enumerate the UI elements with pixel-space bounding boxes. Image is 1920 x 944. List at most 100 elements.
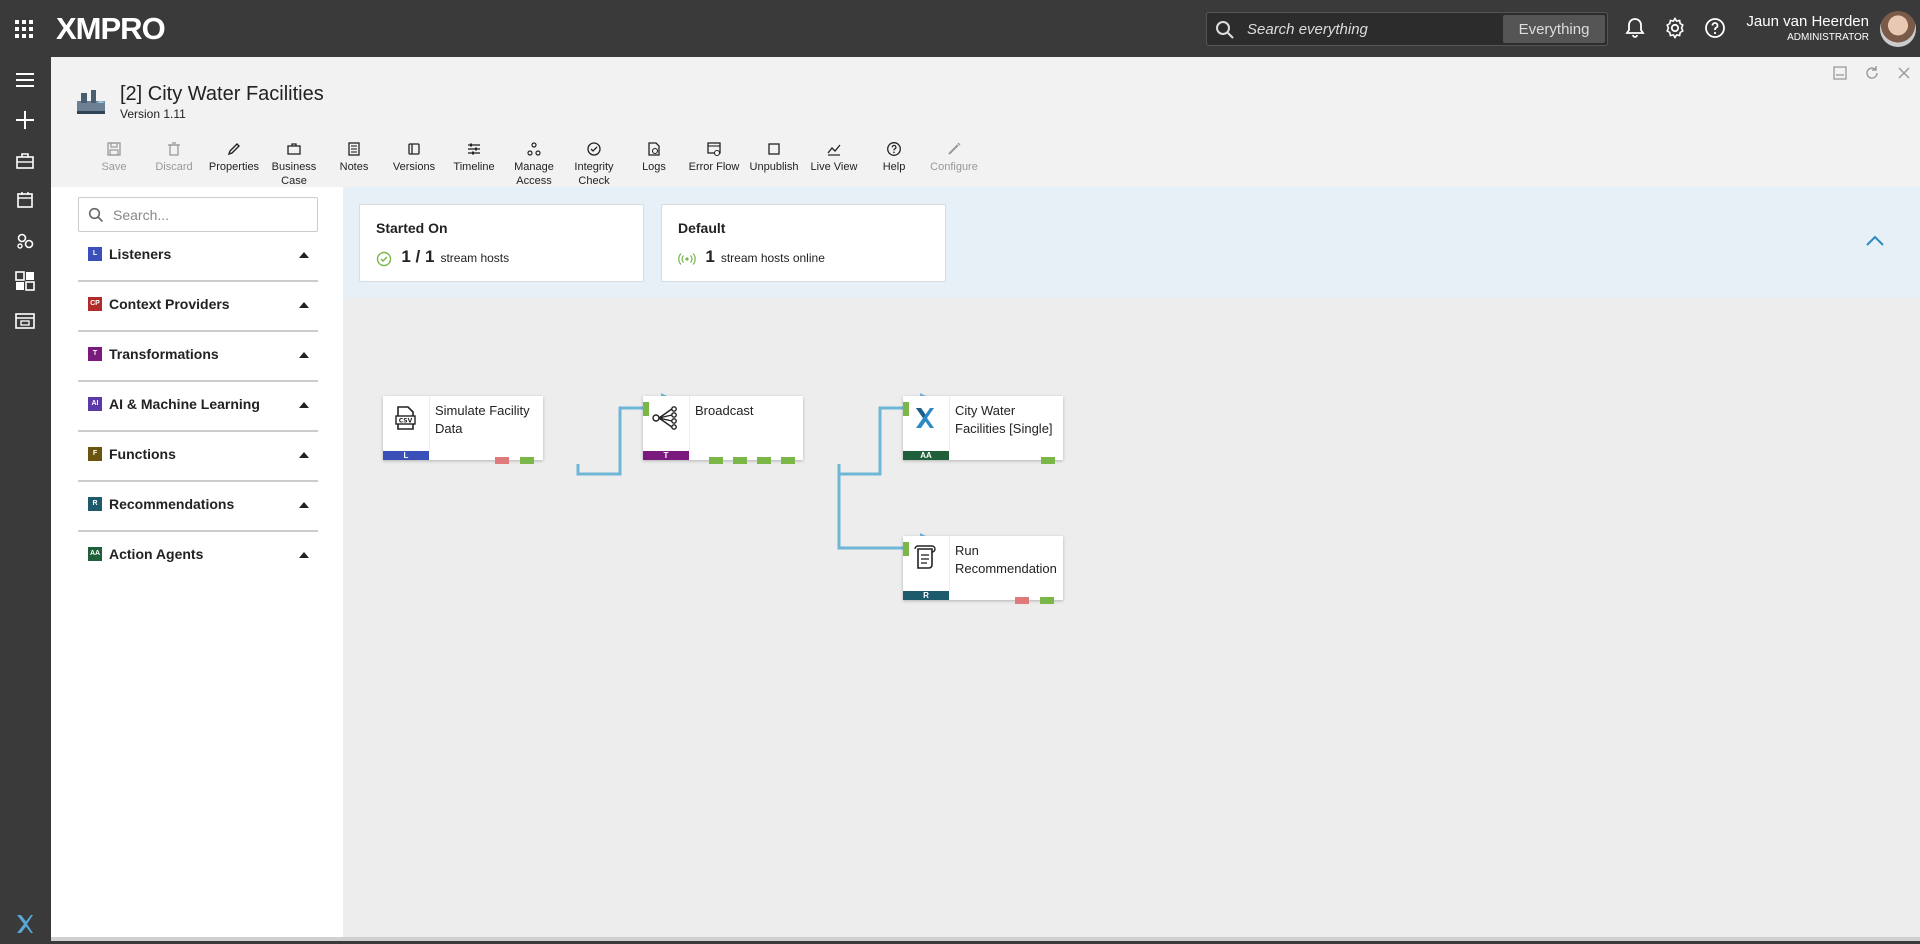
input-port[interactable] <box>903 542 909 556</box>
node-city-water-facilities[interactable]: City Water Facilities [Single] AA <box>903 396 1063 464</box>
functions-label: Functions <box>109 446 176 462</box>
briefcase-icon[interactable] <box>13 149 37 173</box>
apps-icon[interactable] <box>13 269 37 293</box>
configure-button[interactable]: Configure <box>924 137 984 174</box>
business-case-label-1: Business <box>271 161 317 173</box>
output-port-4[interactable] <box>781 457 795 464</box>
apps-grid-icon[interactable] <box>13 18 35 40</box>
node-simulate-facility-data[interactable]: CSV Simulate Facility Data L <box>383 396 543 464</box>
category-functions[interactable]: F Functions <box>78 432 318 482</box>
menu-icon[interactable] <box>13 68 37 92</box>
refresh-icon[interactable] <box>1863 64 1881 82</box>
transformations-badge: T <box>88 347 102 361</box>
caret-up-icon[interactable] <box>299 502 309 508</box>
manage-access-label-1: Manage <box>514 161 554 173</box>
left-nav <box>0 57 51 944</box>
city-label-2: Facilities [Single] <box>955 421 1053 436</box>
close-icon[interactable] <box>1895 64 1913 82</box>
output-port-1[interactable] <box>709 457 723 464</box>
properties-button[interactable]: Properties <box>204 137 264 174</box>
manage-access-button[interactable]: Manage Access <box>504 137 564 188</box>
run-label-2: Recommendation <box>955 561 1057 576</box>
integrity-check-button[interactable]: Integrity Check <box>564 137 624 188</box>
connection-wires <box>576 393 950 563</box>
category-listeners[interactable]: L Listeners <box>78 232 318 282</box>
calendar-icon[interactable] <box>13 188 37 212</box>
recommendations-badge: R <box>88 497 102 511</box>
xmpro-logo[interactable]: XMPRO <box>56 11 166 47</box>
minimize-icon[interactable] <box>1831 64 1849 82</box>
output-port-3[interactable] <box>757 457 771 464</box>
water-facility-icon <box>77 90 105 114</box>
node-label: Simulate Facility Data <box>435 402 530 438</box>
business-case-button[interactable]: Business Case <box>264 137 324 188</box>
output-port[interactable] <box>1040 597 1054 604</box>
logs-icon <box>648 142 660 156</box>
node-divider <box>949 396 950 451</box>
error-flow-button[interactable]: Error Flow <box>684 137 744 174</box>
category-recommendations[interactable]: R Recommendations <box>78 482 318 532</box>
simulate-label-2: Data <box>435 421 463 436</box>
input-port[interactable] <box>903 402 909 416</box>
briefcase-icon <box>287 143 301 155</box>
discard-button[interactable]: Discard <box>144 137 204 174</box>
help-button[interactable]: Help <box>864 137 924 174</box>
trash-icon <box>168 142 180 156</box>
notes-button[interactable]: Notes <box>324 137 384 174</box>
recommendations-label: Recommendations <box>109 496 235 512</box>
search-icon <box>1216 21 1234 39</box>
live-view-button[interactable]: Live View <box>804 137 864 174</box>
node-label: City Water Facilities [Single] <box>955 402 1053 438</box>
logs-button[interactable]: Logs <box>624 137 684 174</box>
toolbox-search-input[interactable] <box>113 206 303 224</box>
search-scope-button[interactable]: Everything <box>1503 15 1605 43</box>
output-port[interactable] <box>520 457 534 464</box>
node-divider <box>429 396 430 451</box>
recommendations-icon[interactable] <box>13 309 37 333</box>
properties-label: Properties <box>208 161 260 173</box>
output-port-2[interactable] <box>733 457 747 464</box>
node-broadcast[interactable]: Broadcast T <box>643 396 803 464</box>
timeline-button[interactable]: Timeline <box>444 137 504 174</box>
output-port[interactable] <box>1041 457 1055 464</box>
input-port[interactable] <box>643 402 649 416</box>
xmpro-x-icon[interactable] <box>13 912 37 936</box>
category-transformations[interactable]: T Transformations <box>78 332 318 382</box>
bell-icon[interactable] <box>1623 16 1647 40</box>
caret-up-icon[interactable] <box>299 302 309 308</box>
global-search-input[interactable] <box>1247 19 1497 39</box>
caret-up-icon[interactable] <box>299 252 309 258</box>
datastream-icon[interactable] <box>13 229 37 253</box>
category-context-providers[interactable]: CP Context Providers <box>78 282 318 332</box>
ai-ml-badge: AI <box>88 397 102 411</box>
error-output-port[interactable] <box>1015 597 1029 604</box>
integrity-check-label-1: Integrity <box>574 161 614 173</box>
node-run-recommendation[interactable]: Run Recommendation R <box>903 536 1063 604</box>
category-ai-ml[interactable]: AI AI & Machine Learning <box>78 382 318 432</box>
versions-button[interactable]: Versions <box>384 137 444 174</box>
gear-icon[interactable] <box>1663 16 1687 40</box>
node-divider <box>949 536 950 591</box>
save-icon <box>107 142 121 156</box>
plus-icon[interactable] <box>13 108 37 132</box>
node-category-tag: L <box>383 451 429 460</box>
ai-ml-label: AI & Machine Learning <box>109 396 260 412</box>
design-canvas[interactable]: Started On 1 / 1 stream hosts Default 1st… <box>343 187 1920 937</box>
save-button[interactable]: Save <box>84 137 144 174</box>
caret-up-icon[interactable] <box>299 402 309 408</box>
unpublish-button[interactable]: Unpublish <box>744 137 804 174</box>
transformations-label: Transformations <box>109 346 219 362</box>
category-action-agents[interactable]: AA Action Agents <box>78 532 318 582</box>
action-agents-label: Action Agents <box>109 546 204 562</box>
caret-up-icon[interactable] <box>299 552 309 558</box>
caret-up-icon[interactable] <box>299 452 309 458</box>
node-category-tag: AA <box>903 451 949 460</box>
logs-label: Logs <box>642 161 666 173</box>
xmpro-x-icon <box>916 408 934 428</box>
error-output-port[interactable] <box>495 457 509 464</box>
help-icon[interactable] <box>1703 16 1727 40</box>
caret-up-icon[interactable] <box>299 352 309 358</box>
user-name[interactable]: Jaun van Heerden <box>1746 13 1869 30</box>
live-view-label: Live View <box>810 161 858 173</box>
avatar[interactable] <box>1880 11 1916 47</box>
